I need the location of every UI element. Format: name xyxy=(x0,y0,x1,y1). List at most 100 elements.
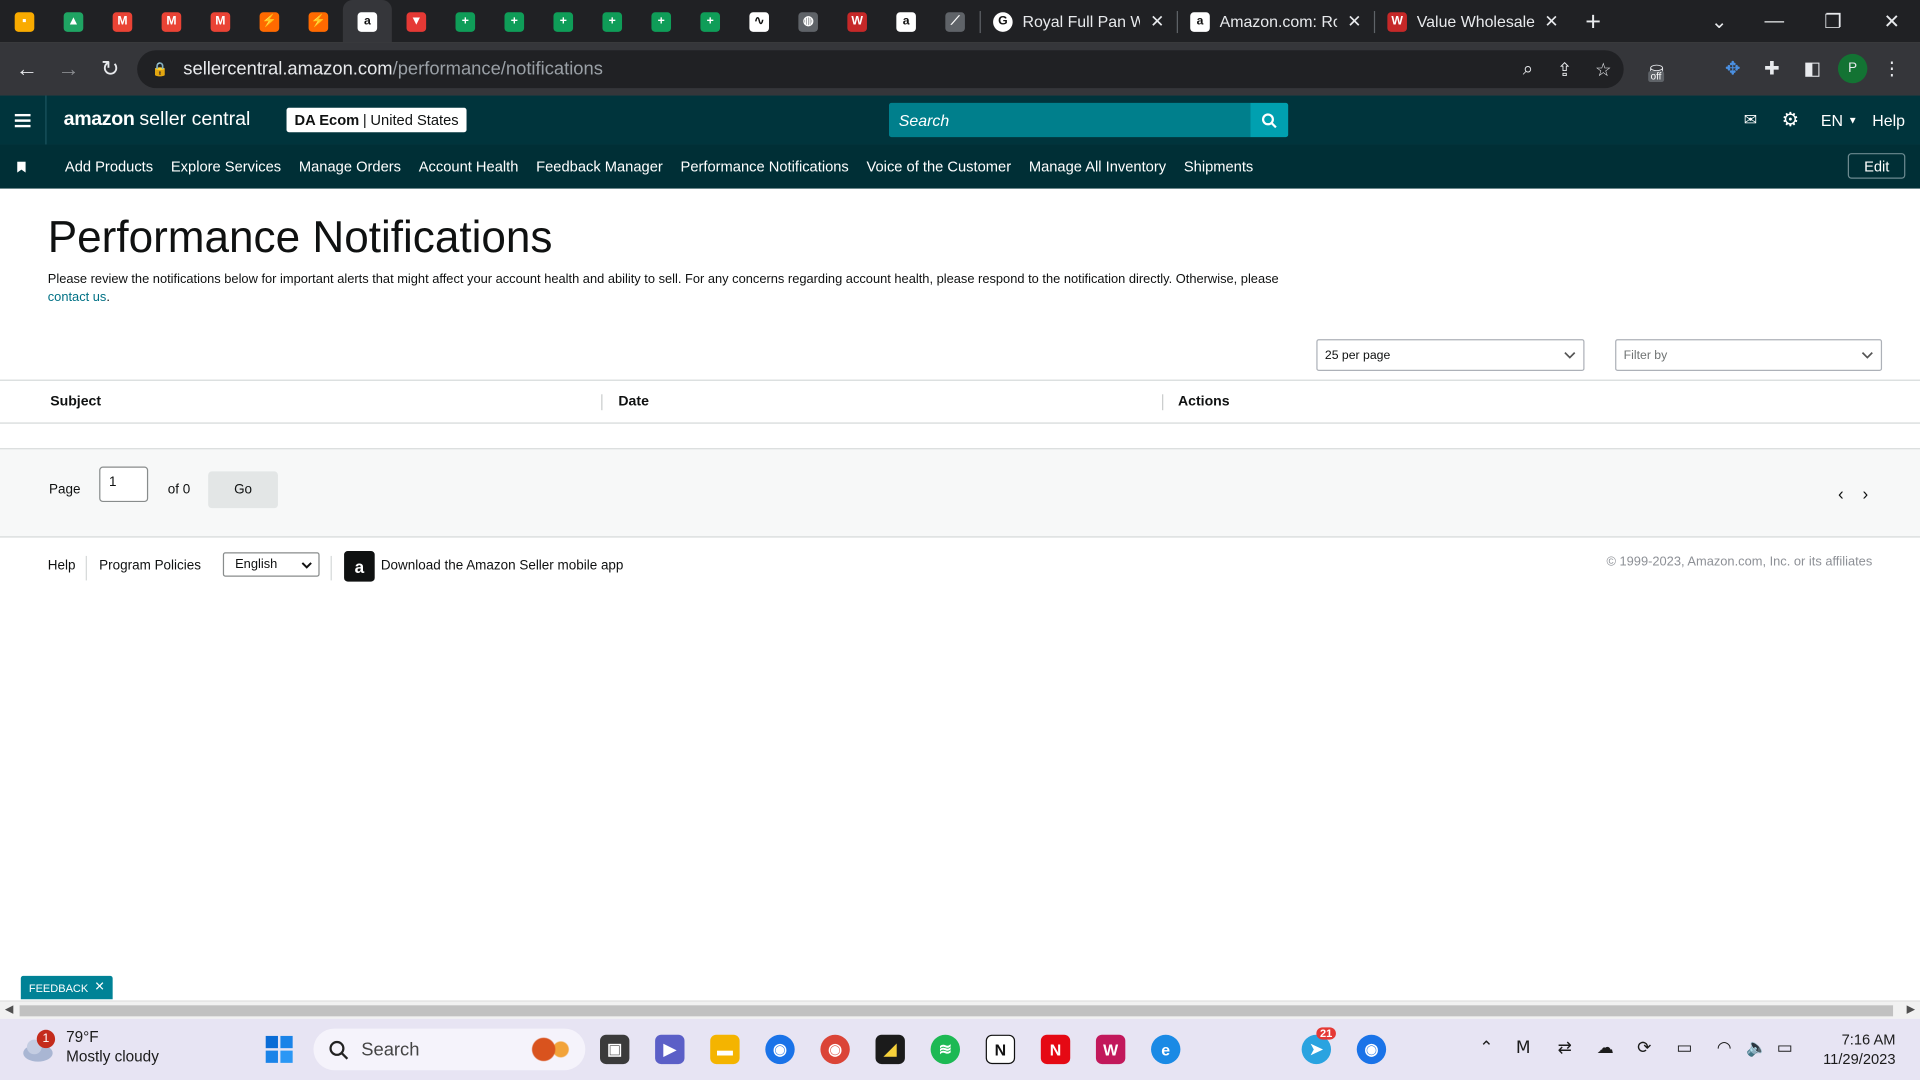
reload-icon[interactable]: ↻ xyxy=(89,48,131,90)
extension-toggle-icon[interactable]: ⛁off xyxy=(1642,56,1671,85)
side-panel-icon[interactable]: ◧ xyxy=(1798,54,1827,83)
previous-page-icon[interactable]: ‹ xyxy=(1838,484,1844,504)
pinned-tab[interactable]: W xyxy=(833,0,882,43)
zoom-icon[interactable]: ⌕ xyxy=(1523,59,1533,80)
pinned-tab[interactable]: ▼ xyxy=(392,0,441,43)
pinned-tab[interactable]: ⚡ xyxy=(294,0,343,43)
pinned-tab[interactable]: ▪ xyxy=(0,0,49,43)
column-header-date[interactable]: Date xyxy=(618,394,649,409)
edge-icon[interactable]: e xyxy=(1151,1034,1181,1065)
pinned-tab[interactable]: a xyxy=(882,0,931,43)
browser-tab[interactable]: W Value Wholesale ✕ xyxy=(1375,0,1571,43)
forward-icon[interactable]: → xyxy=(48,48,90,90)
extensions-puzzle-icon[interactable]: ✚ xyxy=(1757,54,1786,83)
pinned-tab[interactable]: ◍ xyxy=(784,0,833,43)
pinned-tab[interactable]: a xyxy=(342,0,392,43)
scroll-right-icon[interactable]: ▶ xyxy=(1907,1003,1915,1016)
battery-icon[interactable]: ▭ xyxy=(1777,1037,1793,1058)
minimize-icon[interactable]: — xyxy=(1745,0,1804,43)
file-explorer-icon[interactable]: ▬ xyxy=(710,1034,740,1065)
pinned-tab[interactable]: M xyxy=(147,0,196,43)
nav-item-account-health[interactable]: Account Health xyxy=(419,158,519,175)
new-tab-icon[interactable]: + xyxy=(1571,6,1615,38)
close-window-icon[interactable]: ✕ xyxy=(1862,0,1920,43)
nav-item-voice-of-the-customer[interactable]: Voice of the Customer xyxy=(867,158,1012,175)
seller-central-logo[interactable]: amazon seller central xyxy=(64,109,251,131)
nav-item-manage-orders[interactable]: Manage Orders xyxy=(299,158,401,175)
address-bar[interactable]: 🔒 sellercentral.amazon.com/performance/n… xyxy=(137,50,1624,89)
pinned-tab[interactable]: ∿ xyxy=(735,0,784,43)
browser-tab[interactable]: a Amazon.com: Ro ✕ xyxy=(1178,0,1374,43)
display-icon[interactable]: ▭ xyxy=(1676,1037,1692,1058)
telegram-icon[interactable]: ➤ 21 xyxy=(1301,1027,1336,1065)
profile-avatar[interactable]: P xyxy=(1837,53,1868,84)
column-header-subject[interactable]: Subject xyxy=(50,394,101,409)
footer-language-select[interactable]: English xyxy=(222,552,320,577)
settings-gear-icon[interactable]: ⚙ xyxy=(1782,96,1800,145)
wifi-icon[interactable]: ◠ xyxy=(1717,1037,1732,1058)
help-link[interactable]: Help xyxy=(1872,96,1905,145)
netflix-icon[interactable]: N xyxy=(1040,1034,1071,1065)
scroll-left-icon[interactable]: ◀ xyxy=(5,1003,13,1016)
nav-item-add-products[interactable]: Add Products xyxy=(65,158,153,175)
extension-icon[interactable]: ✥ xyxy=(1718,54,1747,83)
nav-item-manage-all-inventory[interactable]: Manage All Inventory xyxy=(1029,158,1166,175)
close-icon[interactable]: ✕ xyxy=(94,981,104,994)
pinned-tab[interactable]: + xyxy=(686,0,735,43)
close-tab-icon[interactable]: ✕ xyxy=(1150,11,1164,32)
search-button[interactable] xyxy=(1250,102,1289,138)
onedrive-icon[interactable]: ☁ xyxy=(1597,1037,1614,1058)
close-tab-icon[interactable]: ✕ xyxy=(1347,11,1361,32)
pinned-tab[interactable]: + xyxy=(539,0,588,43)
bookmark-icon[interactable] xyxy=(0,161,47,173)
pinned-tab[interactable]: + xyxy=(588,0,637,43)
teams-icon[interactable]: ▶ xyxy=(655,1034,685,1065)
tray-app-icon[interactable]: Ⅿ xyxy=(1516,1037,1531,1058)
show-hidden-icons[interactable]: ⌃ xyxy=(1479,1037,1493,1058)
windows-start-icon[interactable] xyxy=(264,1035,293,1064)
edit-nav-button[interactable]: Edit xyxy=(1848,153,1906,179)
mail-icon[interactable]: ✉ xyxy=(1744,96,1757,145)
menu-icon[interactable] xyxy=(0,95,47,145)
taskbar-search[interactable]: Search xyxy=(313,1028,586,1071)
chrome-profile-icon[interactable]: ◉ xyxy=(820,1034,850,1065)
amazon-app-icon[interactable]: a xyxy=(344,551,375,582)
nav-item-feedback-manager[interactable]: Feedback Manager xyxy=(536,158,663,175)
sticky-notes-icon[interactable]: ◢ xyxy=(875,1034,905,1065)
tray-settings-icon[interactable]: ⇄ xyxy=(1558,1037,1572,1058)
pinned-tab[interactable]: M xyxy=(98,0,147,43)
share-icon[interactable]: ⇪ xyxy=(1557,58,1572,80)
nav-item-performance-notifications[interactable]: Performance Notifications xyxy=(681,158,849,175)
horizontal-scrollbar[interactable]: ◀ ▶ xyxy=(0,1000,1920,1019)
pinned-tab[interactable]: ▲ xyxy=(49,0,98,43)
app-w-icon[interactable]: W xyxy=(1095,1034,1126,1065)
pinned-tab[interactable]: + xyxy=(490,0,539,43)
notion-icon[interactable]: N xyxy=(985,1034,1016,1065)
per-page-select[interactable]: 25 per page xyxy=(1316,339,1585,372)
chrome-icon[interactable]: ◉ xyxy=(765,1034,795,1065)
go-button[interactable]: Go xyxy=(208,471,278,509)
pinned-tab[interactable]: ⚡ xyxy=(245,0,294,43)
page-number-input[interactable]: 1 xyxy=(99,466,149,503)
pinned-tab[interactable]: + xyxy=(637,0,686,43)
nav-item-explore-services[interactable]: Explore Services xyxy=(171,158,281,175)
spotify-icon[interactable]: ≋ xyxy=(930,1034,961,1065)
pinned-tab[interactable]: M xyxy=(196,0,245,43)
nav-item-shipments[interactable]: Shipments xyxy=(1184,158,1253,175)
account-switcher[interactable]: DA Ecom | United States xyxy=(287,107,466,133)
language-selector[interactable]: EN ▼ xyxy=(1821,96,1858,145)
volume-icon[interactable]: 🔈 xyxy=(1746,1037,1767,1058)
program-policies-link[interactable]: Program Policies xyxy=(99,558,201,573)
next-page-icon[interactable]: › xyxy=(1862,484,1868,504)
restore-icon[interactable]: ❐ xyxy=(1804,0,1863,43)
system-clock[interactable]: 7:16 AM 11/29/2023 xyxy=(1823,1030,1895,1069)
filter-select[interactable]: Filter by xyxy=(1615,339,1883,372)
search-input[interactable]: Search xyxy=(888,102,1251,138)
contact-us-link[interactable]: contact us xyxy=(48,290,107,305)
scrollbar-thumb[interactable] xyxy=(19,1005,1894,1017)
pinned-tab[interactable]: ⟋ xyxy=(931,0,980,43)
sync-icon[interactable]: ⟳ xyxy=(1637,1037,1651,1058)
chrome-active-icon[interactable]: ◉ xyxy=(1356,1034,1387,1065)
close-tab-icon[interactable]: ✕ xyxy=(1544,11,1558,32)
back-icon[interactable]: ← xyxy=(6,48,48,90)
